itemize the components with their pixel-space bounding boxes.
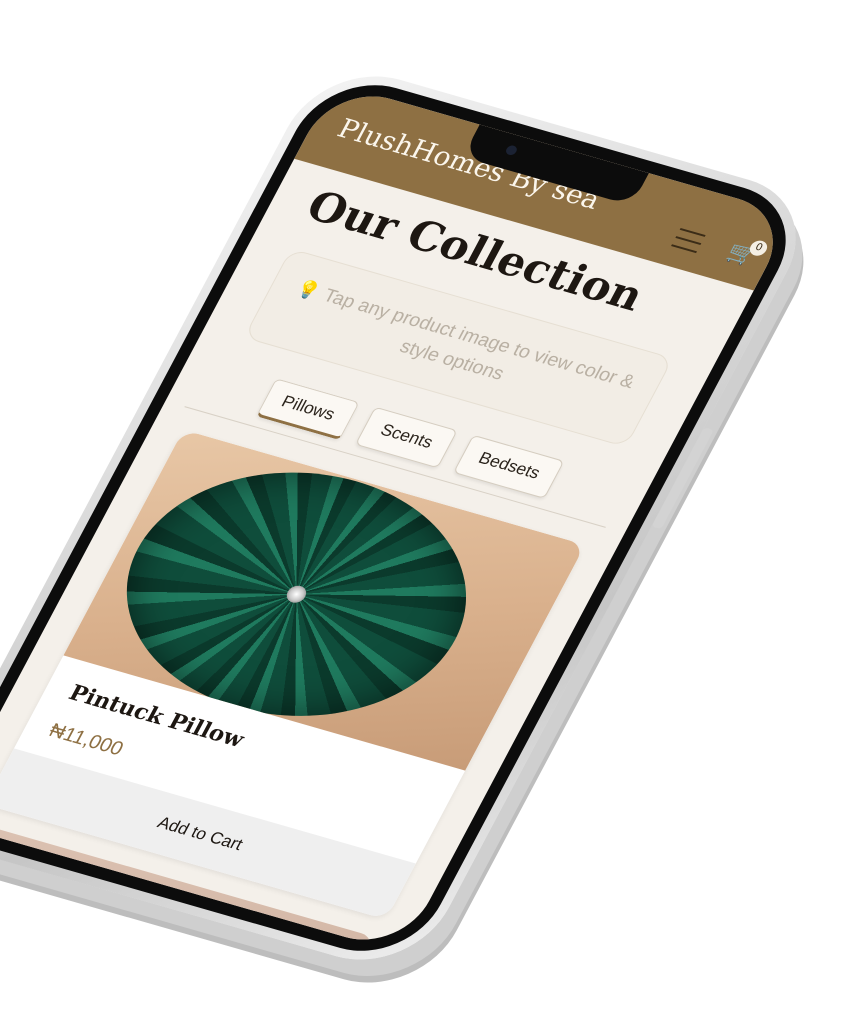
hamburger-menu-icon[interactable] [668, 227, 706, 260]
tab-pillows[interactable]: Pillows [255, 378, 360, 441]
phone-mockup: PlushHomes By sea 🛒 0 Our Collection 💡Ta… [0, 58, 825, 978]
lightbulb-icon: 💡 [292, 277, 324, 302]
pillow-button [283, 583, 310, 605]
tab-scents[interactable]: Scents [354, 406, 458, 469]
tab-bedsets[interactable]: Bedsets [452, 434, 565, 499]
camera-icon [504, 144, 519, 157]
phone-screen: PlushHomes By sea 🛒 0 Our Collection 💡Ta… [0, 82, 795, 954]
main-content: Our Collection 💡Tap any product image to… [0, 159, 754, 954]
mockup-stage: PlushHomes By sea 🛒 0 Our Collection 💡Ta… [0, 0, 846, 1021]
